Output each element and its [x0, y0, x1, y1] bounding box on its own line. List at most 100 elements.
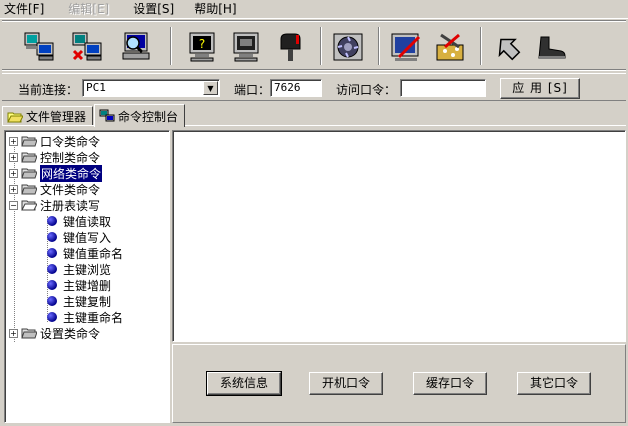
output-area[interactable]	[172, 130, 626, 342]
edit-panel-icon	[391, 33, 421, 61]
expand-icon[interactable]: +	[9, 168, 18, 178]
tree-item-file-commands[interactable]: + 文件类命令	[9, 181, 100, 197]
current-connection-select[interactable]: PC1 ▼	[82, 79, 220, 97]
settings-disc-button[interactable]	[328, 29, 368, 65]
settings-disc-icon	[333, 33, 363, 61]
port-field[interactable]: 7626	[270, 79, 322, 97]
folder-open-icon	[7, 112, 23, 122]
tree-item-registry[interactable]: − 注册表读写	[9, 197, 100, 213]
collapse-icon[interactable]: −	[9, 200, 18, 210]
tree-item-network-commands[interactable]: + 网络类命令	[9, 164, 103, 182]
edit-panel-button[interactable]	[386, 29, 426, 65]
folder-icon	[21, 152, 37, 163]
menu-edit[interactable]: 编辑[E]	[64, 0, 117, 19]
expand-icon[interactable]: +	[9, 184, 18, 194]
computer-connect-icon	[24, 32, 54, 61]
tree-item-label: 网络类命令	[40, 164, 103, 182]
bullet-icon	[47, 280, 57, 290]
folder-icon	[21, 184, 37, 195]
svg-text:?: ?	[199, 37, 205, 51]
back-arrow-button[interactable]	[488, 29, 528, 65]
current-connection-value: PC1	[86, 81, 106, 94]
monitor-screen-icon	[233, 32, 259, 62]
bullet-icon	[47, 232, 57, 242]
bullet-icon	[47, 248, 57, 258]
tree-item-label: 主键浏览	[63, 262, 112, 277]
boot-button[interactable]	[532, 29, 572, 65]
menu-bar: 文件[F] 编辑[E] 设置[S] 帮助[H]	[0, 0, 628, 19]
expand-icon[interactable]: +	[9, 152, 18, 162]
cached-password-button[interactable]: 缓存口令	[413, 372, 487, 395]
tree-item-main-key-rename[interactable]: 主键重命名	[47, 309, 123, 325]
expand-icon[interactable]: +	[9, 136, 18, 146]
chevron-down-icon[interactable]: ▼	[203, 81, 218, 95]
tree-item-label: 键值读取	[63, 214, 112, 229]
command-tree[interactable]: + 口令类命令 + 控制类命令 + 网络类命令 + 文件类命令 − 注册表读写 …	[4, 130, 170, 423]
tree-item-key-read[interactable]: 键值读取	[47, 213, 111, 229]
computer-search-button[interactable]	[116, 29, 156, 65]
tree-item-control-commands[interactable]: + 控制类命令	[9, 149, 100, 165]
menu-file[interactable]: 文件[F]	[0, 0, 52, 19]
toolbar: ?	[2, 20, 626, 70]
bullet-icon	[47, 296, 57, 306]
folder-icon	[21, 328, 37, 339]
tab-command-console[interactable]: 命令控制台	[94, 104, 186, 127]
port-value: 7626	[274, 81, 301, 94]
tree-item-password-commands[interactable]: + 口令类命令	[9, 133, 100, 149]
computer-disconnect-button[interactable]	[68, 29, 108, 65]
tree-item-settings-commands[interactable]: + 设置类命令	[9, 325, 100, 341]
bullet-icon	[47, 312, 57, 322]
boot-password-button[interactable]: 开机口令	[309, 372, 383, 395]
tree-item-main-key-add-delete[interactable]: 主键增删	[47, 277, 111, 293]
toolbar-separator	[320, 27, 322, 65]
tree-item-label: 键值重命名	[63, 246, 124, 261]
tree-item-key-rename[interactable]: 键值重命名	[47, 245, 123, 261]
tree-item-label: 控制类命令	[40, 150, 101, 165]
monitor-screen-button[interactable]	[226, 29, 266, 65]
toolbar-separator	[378, 27, 380, 65]
tree-item-label: 键值写入	[63, 230, 112, 245]
system-info-button[interactable]: 系统信息	[206, 371, 282, 396]
main-area: + 口令类命令 + 控制类命令 + 网络类命令 + 文件类命令 − 注册表读写 …	[2, 125, 626, 424]
connection-bar: 当前连接： PC1 ▼ 端口： 7626 访问口令： 应 用 [S]	[2, 73, 626, 101]
current-connection-label: 当前连接：	[18, 83, 79, 97]
tree-item-label: 主键增删	[63, 278, 112, 293]
monitor-help-icon: ?	[189, 32, 215, 62]
apply-button[interactable]: 应 用 [S]	[500, 78, 580, 99]
tab-bar: 文件管理器 命令控制台	[2, 104, 626, 127]
tools-icon	[436, 33, 464, 61]
back-arrow-icon	[498, 38, 521, 61]
tree-item-label: 设置类命令	[40, 326, 101, 341]
folder-open-icon	[21, 200, 37, 211]
computers-icon	[99, 109, 115, 122]
access-password-label: 访问口令：	[336, 83, 397, 97]
tab-command-console-label: 命令控制台	[118, 109, 179, 124]
mailbox-button[interactable]	[270, 29, 310, 65]
tools-button[interactable]	[430, 29, 470, 65]
other-password-button[interactable]: 其它口令	[517, 372, 591, 395]
menu-settings[interactable]: 设置[S]	[129, 0, 182, 19]
boot-icon	[538, 36, 566, 59]
computer-disconnect-icon	[72, 32, 102, 61]
computer-connect-button[interactable]	[20, 29, 60, 65]
tree-item-label: 口令类命令	[40, 134, 101, 149]
expand-icon[interactable]: +	[9, 328, 18, 338]
tree-item-label: 主键重命名	[63, 310, 124, 325]
monitor-help-button[interactable]: ?	[182, 29, 222, 65]
port-label: 端口：	[234, 83, 271, 97]
mailbox-icon	[280, 33, 301, 61]
tree-item-main-key-browse[interactable]: 主键浏览	[47, 261, 111, 277]
access-password-field[interactable]	[400, 79, 486, 97]
folder-icon	[21, 136, 37, 147]
tree-item-label: 注册表读写	[40, 198, 101, 213]
toolbar-separator	[480, 27, 482, 65]
folder-icon	[21, 168, 37, 179]
computer-search-icon	[122, 32, 150, 60]
tab-file-manager[interactable]: 文件管理器	[2, 106, 94, 126]
bullet-icon	[47, 264, 57, 274]
tree-item-main-key-copy[interactable]: 主键复制	[47, 293, 111, 309]
bullet-icon	[47, 216, 57, 226]
menu-help[interactable]: 帮助[H]	[190, 0, 244, 19]
tree-item-label: 主键复制	[63, 294, 112, 309]
tree-item-key-write[interactable]: 键值写入	[47, 229, 111, 245]
